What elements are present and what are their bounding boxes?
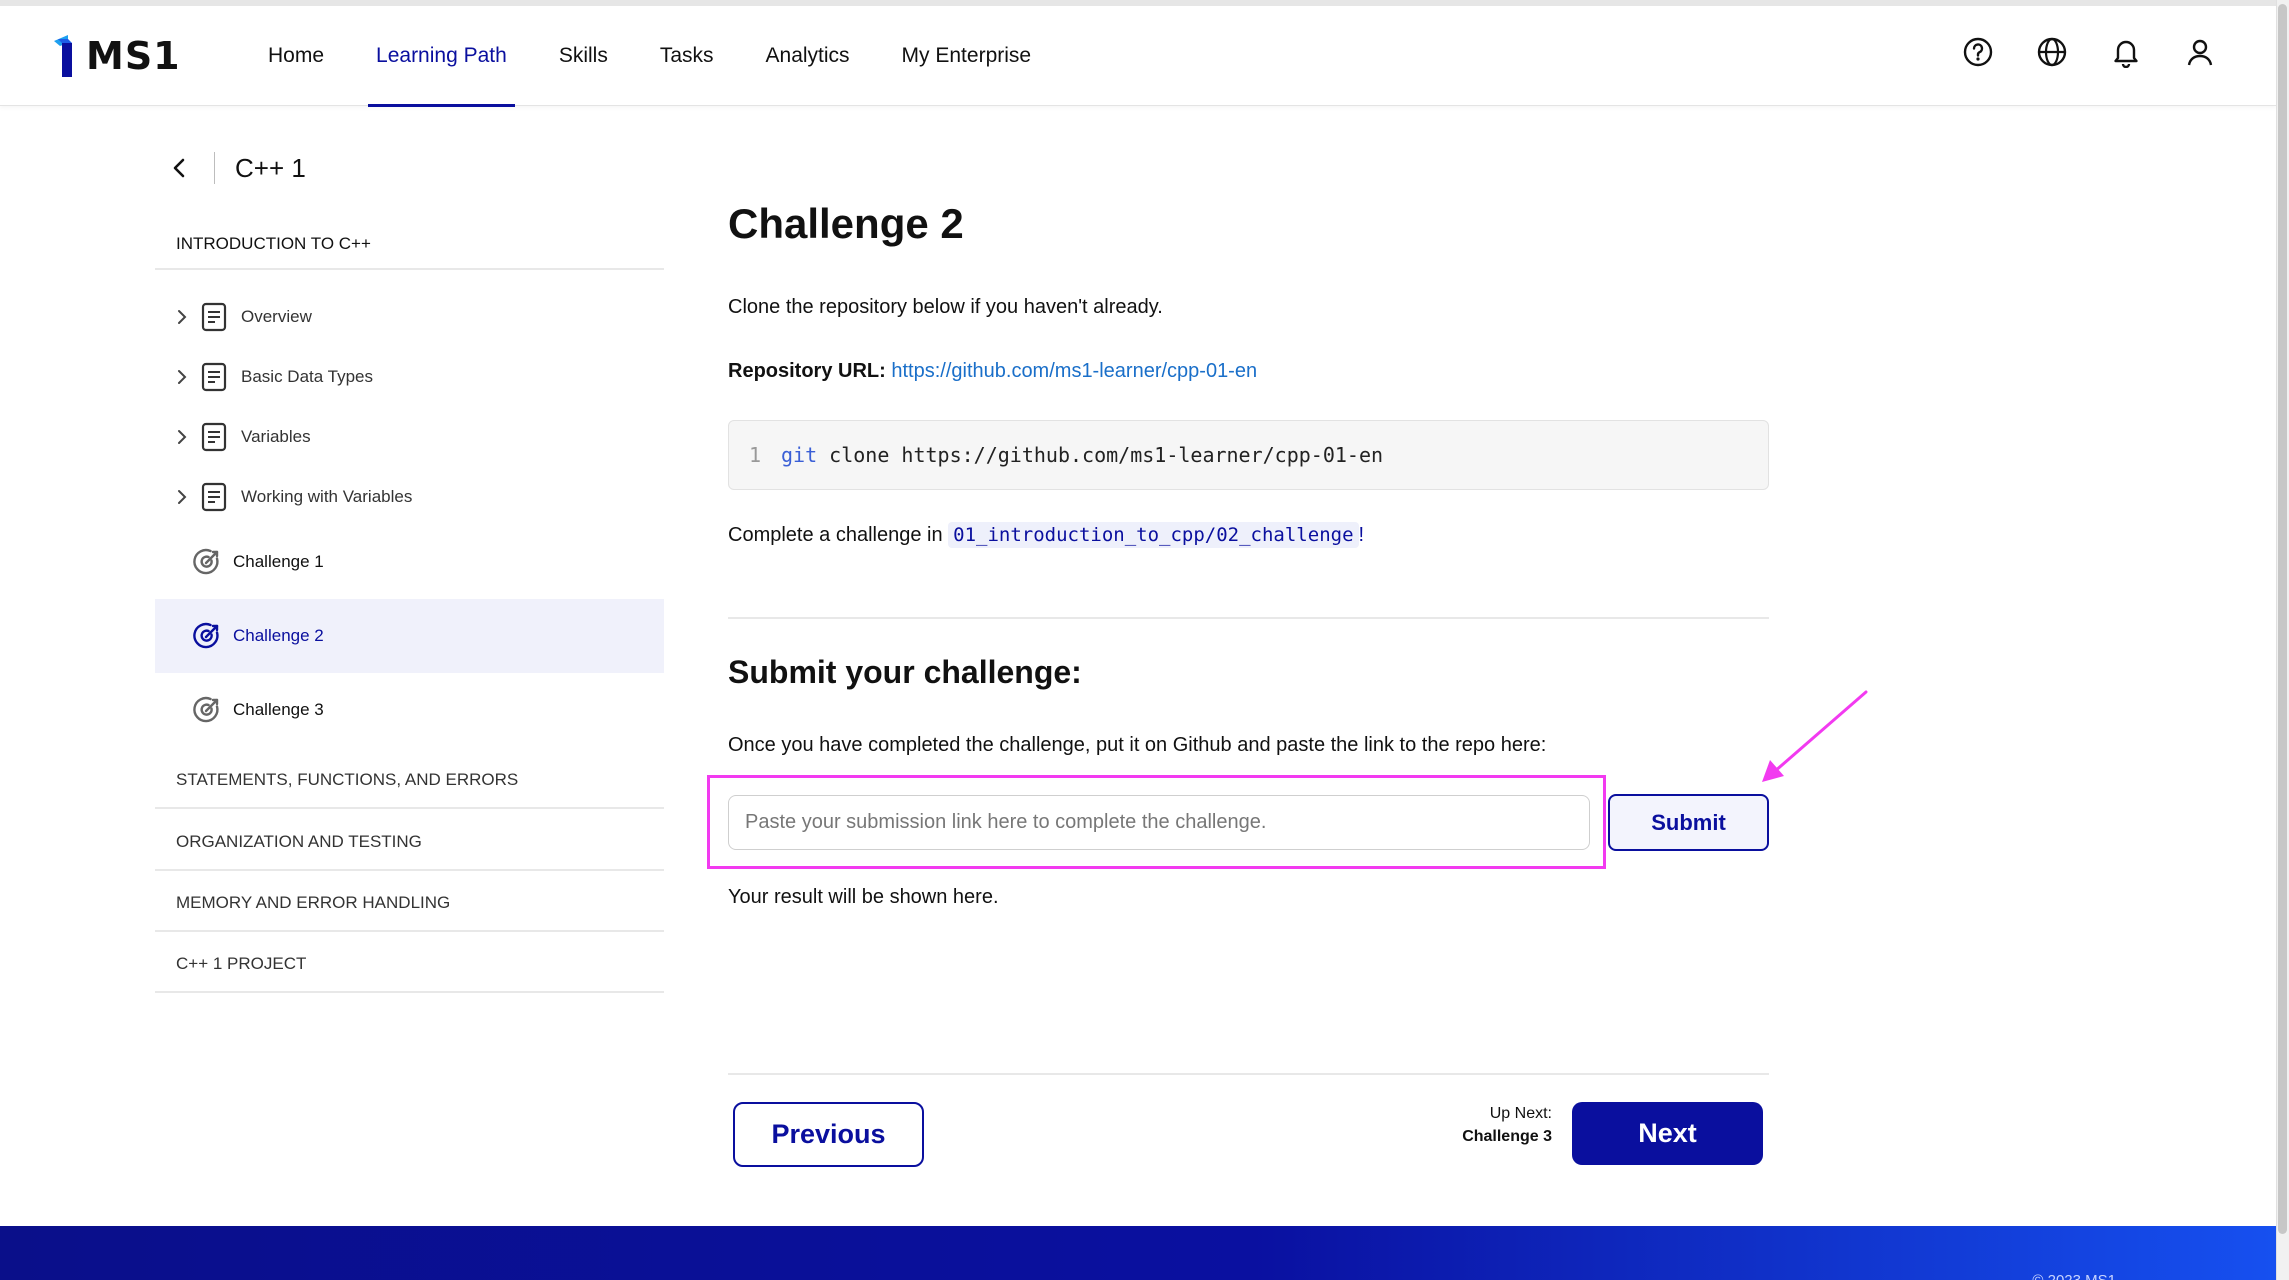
page-title: Challenge 2	[728, 200, 964, 247]
target-icon	[193, 548, 219, 575]
lesson-label: Working with Variables	[241, 487, 413, 506]
complete-prefix: Complete a challenge in	[728, 524, 949, 546]
nav-tasks-label: Tasks	[659, 44, 714, 67]
code-line-number: 1	[749, 443, 762, 467]
challenge-label: Challenge 1	[233, 552, 324, 571]
section-introduction[interactable]: INTRODUCTION TO C++	[155, 220, 664, 270]
section-memory[interactable]: MEMORY AND ERROR HANDLING	[155, 876, 664, 932]
submit-button[interactable]: Submit	[1608, 794, 1769, 851]
sidebar-item-challenge-2[interactable]: Challenge 2	[155, 599, 664, 673]
chevron-right-icon[interactable]	[177, 309, 193, 325]
sidebar-item-challenge-1[interactable]: Challenge 1	[155, 525, 664, 599]
lesson-label: Variables	[241, 427, 311, 446]
main-nav: Home Learning Path Skills Tasks Analytic…	[242, 6, 1058, 107]
logo-mark-icon	[54, 35, 72, 77]
nav-learning-path-label: Learning Path	[376, 44, 507, 67]
up-next-info: Up Next: Challenge 3	[1440, 1102, 1552, 1148]
lesson-basic-data-types[interactable]: Basic Data Types	[155, 347, 664, 407]
nav-tasks[interactable]: Tasks	[634, 6, 740, 106]
globe-icon[interactable]	[2036, 36, 2068, 68]
section-organization[interactable]: ORGANIZATION AND TESTING	[155, 815, 664, 871]
nav-my-enterprise-label: My Enterprise	[901, 44, 1032, 67]
nav-learning-path[interactable]: Learning Path	[350, 6, 533, 107]
lesson-variables[interactable]: Variables	[155, 407, 664, 467]
nav-my-enterprise[interactable]: My Enterprise	[876, 6, 1058, 106]
bell-icon[interactable]	[2110, 36, 2142, 68]
submit-instructions: Once you have completed the challenge, p…	[728, 734, 1547, 756]
target-icon	[193, 622, 219, 649]
section-statements[interactable]: STATEMENTS, FUNCTIONS, AND ERRORS	[155, 753, 664, 809]
nav-home[interactable]: Home	[242, 6, 350, 106]
section-project[interactable]: C++ 1 PROJECT	[155, 937, 664, 993]
repo-line: Repository URL: https://github.com/ms1-l…	[728, 360, 1257, 383]
nav-skills[interactable]: Skills	[533, 6, 634, 106]
scrollbar-thumb[interactable]	[2278, 4, 2287, 1234]
lesson-overview[interactable]: Overview	[155, 287, 664, 347]
chevron-right-icon[interactable]	[177, 369, 193, 385]
target-icon	[193, 696, 219, 723]
document-icon	[201, 302, 227, 332]
footer: © 2023 MS1	[0, 1226, 2276, 1280]
document-icon	[201, 422, 227, 452]
chevron-right-icon[interactable]	[177, 429, 193, 445]
next-button[interactable]: Next	[1572, 1102, 1763, 1165]
nav-skills-label: Skills	[558, 44, 608, 67]
challenge-label: Challenge 3	[233, 700, 324, 719]
lesson-working-with-variables[interactable]: Working with Variables	[155, 467, 664, 527]
intro-text: Clone the repository below if you haven'…	[728, 296, 1163, 318]
lesson-label: Basic Data Types	[241, 367, 373, 386]
up-next-name: Challenge 3	[1462, 1128, 1552, 1145]
complete-suffix: !	[1358, 524, 1365, 546]
code-command: clone https://github.com/ms1-learner/cpp…	[817, 443, 1384, 467]
section-label: ORGANIZATION AND TESTING	[176, 832, 422, 851]
top-header: MS1 Home Learning Path Skills Tasks Anal…	[0, 6, 2276, 107]
footer-copyright: © 2023 MS1	[2032, 1272, 2116, 1280]
section-divider	[728, 617, 1769, 619]
submit-heading: Submit your challenge:	[728, 654, 1082, 690]
course-header: C++ 1	[172, 150, 306, 186]
nav-analytics-label: Analytics	[765, 44, 850, 67]
challenge-path-code: 01_introduction_to_cpp/02_challenge	[948, 522, 1359, 548]
repo-link[interactable]: https://github.com/ms1-learner/cpp-01-en	[891, 360, 1257, 382]
document-icon	[201, 362, 227, 392]
sidebar-item-challenge-3[interactable]: Challenge 3	[155, 673, 664, 747]
user-icon[interactable]	[2184, 36, 2216, 68]
header-divider	[214, 152, 215, 184]
chevron-left-icon	[173, 158, 185, 178]
section-label: MEMORY AND ERROR HANDLING	[176, 893, 451, 912]
help-icon[interactable]	[1962, 36, 1994, 68]
code-keyword: git	[781, 443, 818, 467]
chevron-right-icon[interactable]	[177, 489, 193, 505]
ms1-logo[interactable]: MS1	[52, 34, 181, 78]
logo-text: MS1	[86, 34, 181, 78]
repo-label: Repository URL:	[728, 360, 886, 382]
complete-line: Complete a challenge in 01_introduction_…	[728, 522, 1365, 548]
bottom-divider	[728, 1073, 1769, 1075]
back-button[interactable]	[172, 150, 194, 186]
up-next-label: Up Next:	[1489, 1105, 1552, 1122]
header-icons	[1962, 36, 2216, 68]
document-icon	[201, 482, 227, 512]
result-text: Your result will be shown here.	[728, 886, 999, 908]
annotation-arrow-icon	[1762, 690, 1868, 782]
previous-button[interactable]: Previous	[733, 1102, 924, 1167]
course-title: C++ 1	[235, 152, 306, 183]
nav-home-label: Home	[268, 44, 325, 67]
lesson-label: Overview	[241, 307, 312, 326]
submission-link-input[interactable]	[728, 795, 1590, 850]
section-label: STATEMENTS, FUNCTIONS, AND ERRORS	[176, 770, 519, 789]
code-block[interactable]: 1 git clone https://github.com/ms1-learn…	[728, 420, 1769, 490]
nav-analytics[interactable]: Analytics	[740, 6, 876, 106]
section-label: C++ 1 PROJECT	[176, 954, 307, 973]
section-label: INTRODUCTION TO C++	[176, 234, 371, 253]
challenge-label: Challenge 2	[233, 626, 324, 645]
